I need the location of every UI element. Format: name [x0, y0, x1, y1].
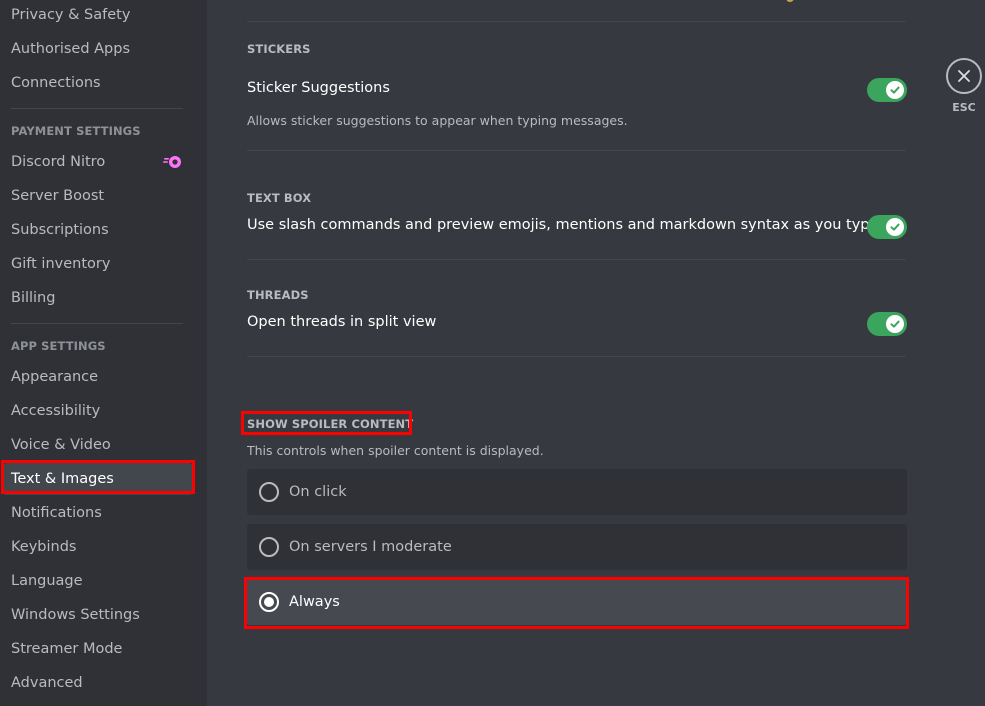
sidebar-item-privacy-safety[interactable]: Privacy & Safety — [3, 0, 193, 31]
sidebar-item-label: Notifications — [11, 505, 102, 521]
sidebar-item-label: Keybinds — [11, 539, 77, 555]
split-view-title: Open threads in split view — [247, 314, 437, 330]
radio-checked-icon — [259, 592, 279, 612]
sidebar-item-label: Privacy & Safety — [11, 7, 131, 23]
sidebar-item-label: Advanced — [11, 675, 83, 691]
stickers-section-title: STICKERS — [247, 42, 311, 56]
radio-unchecked-icon — [259, 482, 279, 502]
section-divider — [247, 21, 906, 22]
sidebar-item-label: Accessibility — [11, 403, 101, 419]
sidebar-item-appearance[interactable]: Appearance — [3, 361, 193, 393]
text-box-section-title: TEXT BOX — [247, 191, 312, 205]
payment-settings-header: PAYMENT SETTINGS — [11, 124, 141, 138]
spoiler-option-always[interactable]: Always — [247, 579, 907, 625]
esc-label: ESC — [952, 101, 976, 114]
radio-unchecked-icon — [259, 537, 279, 557]
slash-commands-toggle[interactable] — [867, 215, 907, 239]
sidebar-item-label: Appearance — [11, 369, 99, 385]
sidebar-item-billing[interactable]: Billing — [3, 282, 193, 314]
sidebar-item-label: Discord Nitro — [11, 154, 106, 170]
settings-content: STICKERS Sticker Suggestions Allows stic… — [207, 0, 985, 706]
nitro-icon — [163, 156, 181, 168]
slash-commands-title: Use slash commands and preview emojis, m… — [247, 217, 879, 233]
sidebar-divider — [11, 323, 183, 324]
sticker-suggestions-title: Sticker Suggestions — [247, 80, 390, 96]
sidebar-item-connections[interactable]: Connections — [3, 67, 193, 99]
sidebar-item-subscriptions[interactable]: Subscriptions — [3, 214, 193, 246]
sidebar-item-text-images[interactable]: Text & Images — [3, 463, 193, 495]
section-divider — [247, 259, 906, 260]
sidebar-item-keybinds[interactable]: Keybinds — [3, 531, 193, 563]
sidebar-item-label: Connections — [11, 75, 101, 91]
radio-label: On click — [289, 484, 347, 500]
sidebar-item-language[interactable]: Language — [3, 565, 193, 597]
radio-label: Always — [289, 594, 340, 610]
check-icon — [886, 218, 904, 236]
close-icon — [958, 70, 970, 82]
sidebar-item-label: Streamer Mode — [11, 641, 123, 657]
sidebar-item-windows-settings[interactable]: Windows Settings — [3, 599, 193, 631]
radio-label: On servers I moderate — [289, 539, 452, 555]
sidebar-item-voice-video[interactable]: Voice & Video — [3, 429, 193, 461]
check-icon — [886, 315, 904, 333]
partial-emoji-icon — [786, 0, 794, 2]
sidebar-item-notifications[interactable]: Notifications — [3, 497, 193, 529]
sidebar-item-label: Billing — [11, 290, 56, 306]
sidebar-item-label: Server Boost — [11, 188, 105, 204]
sidebar-item-gift-inventory[interactable]: Gift inventory — [3, 248, 193, 280]
spoiler-section-title: SHOW SPOILER CONTENT — [247, 417, 414, 431]
sidebar-item-streamer-mode[interactable]: Streamer Mode — [3, 633, 193, 665]
sidebar-item-label: Language — [11, 573, 83, 589]
section-divider — [247, 150, 906, 151]
close-button[interactable] — [946, 58, 982, 94]
sidebar-item-authorised-apps[interactable]: Authorised Apps — [3, 33, 193, 65]
sidebar-divider — [11, 108, 183, 109]
sidebar-item-label: Voice & Video — [11, 437, 111, 453]
split-view-toggle[interactable] — [867, 312, 907, 336]
threads-section-title: THREADS — [247, 288, 309, 302]
sidebar-item-label: Subscriptions — [11, 222, 109, 238]
spoiler-option-servers-i-moderate[interactable]: On servers I moderate — [247, 524, 907, 570]
sidebar-item-label: Authorised Apps — [11, 41, 131, 57]
spoiler-description: This controls when spoiler content is di… — [247, 443, 544, 458]
app-settings-header: APP SETTINGS — [11, 339, 106, 353]
settings-window: Privacy & Safety Authorised Apps Connect… — [0, 0, 985, 706]
sticker-suggestions-toggle[interactable] — [867, 78, 907, 102]
sidebar-item-label: Windows Settings — [11, 607, 140, 623]
check-icon — [886, 81, 904, 99]
sidebar-item-server-boost[interactable]: Server Boost — [3, 180, 193, 212]
sidebar-item-label: Text & Images — [11, 471, 114, 487]
spoiler-option-on-click[interactable]: On click — [247, 469, 907, 515]
sidebar-item-advanced[interactable]: Advanced — [3, 667, 193, 699]
section-divider — [247, 356, 906, 357]
sidebar-item-discord-nitro[interactable]: Discord Nitro — [3, 146, 193, 178]
sticker-suggestions-description: Allows sticker suggestions to appear whe… — [247, 113, 628, 128]
settings-sidebar: Privacy & Safety Authorised Apps Connect… — [0, 0, 207, 706]
sidebar-item-accessibility[interactable]: Accessibility — [3, 395, 193, 427]
sidebar-item-label: Gift inventory — [11, 256, 111, 272]
